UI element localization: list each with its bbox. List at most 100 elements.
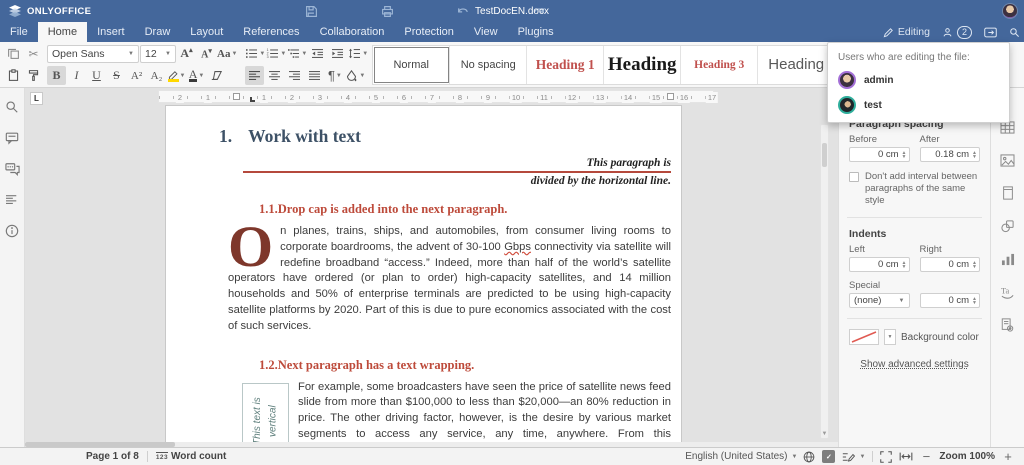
show-advanced-settings-link[interactable]: Show advanced settings [849,359,980,370]
font-name-combo[interactable]: Open Sans▼ [47,45,139,63]
spinner-arrows-icon[interactable]: ▲▼ [902,151,907,159]
editing-mode-button[interactable]: Editing [883,26,930,38]
special-select[interactable]: (none)▼ [849,293,910,308]
background-color-dropdown[interactable]: ▼ [884,329,896,345]
indent-marker[interactable] [233,93,240,100]
align-right-icon[interactable] [285,66,304,85]
justify-icon[interactable] [305,66,324,85]
highlight-color-icon[interactable]: ▼ [167,66,186,85]
user-avatar[interactable] [1002,3,1018,19]
menu-file[interactable]: File [0,22,38,42]
chat-icon[interactable] [3,160,21,178]
style-heading2[interactable]: Heading [604,46,681,84]
copy-icon[interactable] [4,44,23,63]
special-by-input[interactable]: 0 cm▲▼ [920,293,981,308]
align-center-icon[interactable] [265,66,284,85]
tab-stop-selector[interactable]: L [30,92,43,105]
menu-collaboration[interactable]: Collaboration [310,22,395,42]
menu-draw[interactable]: Draw [135,22,181,42]
menu-layout[interactable]: Layout [180,22,233,42]
zoom-out-button[interactable]: − [920,449,932,464]
about-icon[interactable] [3,222,21,240]
panel-divider [847,318,982,319]
vertical-text-box[interactable]: This text is vertical [242,383,289,447]
shape-settings-icon[interactable] [999,217,1017,235]
spinner-arrows-icon[interactable]: ▲▼ [972,297,977,305]
spacing-before-input[interactable]: 0 cm▲▼ [849,147,910,162]
style-normal[interactable]: Normal [373,46,450,84]
paste-icon[interactable] [4,66,23,85]
align-left-icon[interactable] [245,66,264,85]
vertical-scrollbar[interactable]: ▼ [820,124,829,439]
font-size-combo[interactable]: 12▼ [140,45,176,63]
bullets-icon[interactable]: ▼ [245,44,265,63]
indent-right-input[interactable]: 0 cm▲▼ [920,257,981,272]
mail-merge-settings-icon[interactable] [999,316,1017,334]
spinner-arrows-icon[interactable]: ▲▼ [972,261,977,269]
nonprinting-characters-icon[interactable]: ¶▼ [325,66,344,85]
header-footer-settings-icon[interactable] [999,184,1017,202]
spell-check-icon[interactable]: ✓ [822,450,835,463]
menu-references[interactable]: References [233,22,309,42]
comments-icon[interactable] [3,129,21,147]
underline-button[interactable]: U [87,66,106,85]
image-settings-icon[interactable] [999,151,1017,169]
menu-view[interactable]: View [464,22,508,42]
spinner-arrows-icon[interactable]: ▲▼ [902,261,907,269]
scroll-down-arrow-icon[interactable]: ▼ [821,431,828,437]
search-button-top[interactable] [1009,27,1020,38]
background-color-swatch[interactable] [849,329,879,345]
zoom-in-button[interactable]: + [1002,449,1014,464]
fit-width-button[interactable] [899,451,913,462]
track-changes-button[interactable]: ▼ [842,451,865,463]
strikethrough-button[interactable]: S [107,66,126,85]
text-art-settings-icon[interactable]: Ta [999,283,1017,301]
clear-style-icon[interactable] [207,66,226,85]
special-label: Special [849,280,980,291]
shading-icon[interactable]: ▼ [345,66,365,85]
search-icon[interactable] [3,98,21,116]
change-case-icon[interactable]: Aa▼ [217,44,237,63]
spinner-arrows-icon[interactable]: ▲▼ [972,151,977,159]
word-count-button[interactable]: 123 Word count [156,451,227,462]
interval-checkbox[interactable] [849,172,859,182]
menu-protection[interactable]: Protection [394,22,464,42]
italic-button[interactable]: I [67,66,86,85]
style-heading3[interactable]: Heading 3 [681,46,758,84]
font-color-icon[interactable]: A▼ [187,66,206,85]
style-no-spacing[interactable]: No spacing [450,46,527,84]
tab-marker[interactable] [250,97,255,102]
editing-users-button[interactable]: 2 [942,26,972,39]
spacing-after-input[interactable]: 0.18 cm▲▼ [920,147,981,162]
increase-indent-icon[interactable] [328,44,347,63]
style-heading1[interactable]: Heading 1 [527,46,604,84]
language-selector[interactable]: English (United States)▼ [685,451,815,463]
vertical-scrollbar-thumb[interactable] [822,143,827,167]
save-icon[interactable] [301,2,321,20]
style-heading4[interactable]: Heading [758,46,835,84]
open-file-location-button[interactable] [984,27,997,38]
indent-left-input[interactable]: 0 cm▲▼ [849,257,910,272]
redo-icon[interactable] [529,2,549,20]
decrease-indent-icon[interactable] [308,44,327,63]
undo-icon[interactable] [453,2,473,20]
chart-settings-icon[interactable] [999,250,1017,268]
subscript-button[interactable]: A₂ [147,66,166,85]
multilevel-list-icon[interactable]: ▼ [287,44,307,63]
superscript-button[interactable]: A² [127,66,146,85]
bold-button[interactable]: B [47,66,66,85]
menu-insert[interactable]: Insert [87,22,135,42]
increase-font-icon[interactable]: A▴ [177,44,196,63]
navigation-icon[interactable] [3,191,21,209]
pencil-icon [883,27,894,38]
menu-plugins[interactable]: Plugins [508,22,564,42]
cut-icon[interactable]: ✂ [24,44,43,63]
numbering-icon[interactable]: 123▼ [266,44,286,63]
menu-home[interactable]: Home [38,22,87,42]
right-indent-marker[interactable] [667,93,674,100]
decrease-font-icon[interactable]: A▾ [197,44,216,63]
line-spacing-icon[interactable]: ▼ [348,44,368,63]
print-icon[interactable] [377,2,397,20]
format-painter-icon[interactable] [24,66,43,85]
fit-page-button[interactable] [880,451,892,463]
